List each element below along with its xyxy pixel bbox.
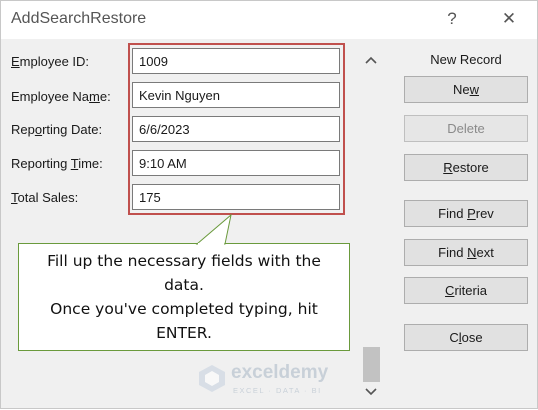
exceldemy-watermark: exceldemy EXCEL · DATA · BI — [197, 361, 347, 401]
record-scrollbar[interactable] — [360, 46, 381, 402]
help-icon[interactable]: ? — [442, 9, 462, 29]
callout-line: ENTER. — [156, 324, 212, 342]
record-status-label: New Record — [430, 52, 502, 67]
exceldemy-logo-icon — [199, 365, 225, 392]
reporting-time-label: Reporting Time: — [11, 156, 103, 171]
callout-line: data. — [164, 276, 204, 294]
total-sales-input[interactable] — [132, 184, 340, 210]
restore-button[interactable]: Restore — [404, 154, 528, 181]
close-icon[interactable]: ✕ — [498, 9, 520, 29]
close-button[interactable]: Close — [404, 324, 528, 351]
employee-id-label: Employee ID: — [11, 54, 90, 69]
employee-id-input[interactable] — [132, 48, 340, 74]
callout-line: Fill up the necessary fields with the — [47, 252, 321, 270]
scroll-up-arrow-icon[interactable] — [360, 50, 381, 70]
find-next-button[interactable]: Find Next — [404, 239, 528, 266]
watermark-tagline: EXCEL · DATA · BI — [233, 386, 322, 395]
criteria-button[interactable]: Criteria — [404, 277, 528, 304]
title-bar: AddSearchRestore ? ✕ — [1, 1, 537, 39]
window-title: AddSearchRestore — [11, 10, 147, 27]
scroll-down-arrow-icon[interactable] — [360, 382, 381, 402]
reporting-time-input[interactable] — [132, 150, 340, 176]
dialog-window: AddSearchRestore ? ✕ Employee ID: Employ… — [0, 0, 538, 409]
watermark-name: exceldemy — [231, 362, 329, 383]
callout-line: Once you've completed typing, hit — [50, 300, 318, 318]
callout-text: Fill up the necessary fields with the da… — [18, 249, 350, 345]
total-sales-label: Total Sales: — [11, 190, 79, 205]
new-button[interactable]: New — [404, 76, 528, 103]
find-prev-button[interactable]: Find Prev — [404, 200, 528, 227]
employee-name-input[interactable] — [132, 82, 340, 108]
reporting-date-label: Reporting Date: — [11, 122, 103, 137]
delete-button[interactable]: Delete — [404, 115, 528, 142]
employee-name-label: Employee Name: — [11, 89, 111, 104]
reporting-date-input[interactable] — [132, 116, 340, 142]
scroll-thumb[interactable] — [363, 347, 380, 382]
